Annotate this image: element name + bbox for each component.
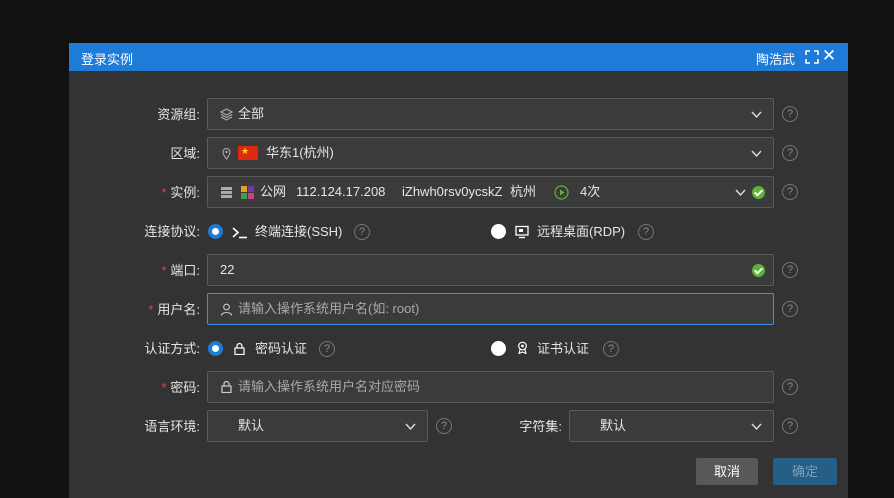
help-icon[interactable]: ? xyxy=(638,224,654,240)
confirm-button[interactable]: 确定 xyxy=(773,458,837,485)
os-logo-icon xyxy=(241,186,254,199)
user-icon xyxy=(220,303,233,316)
port-label: * 端口: xyxy=(161,263,200,278)
password-label: * 密码: xyxy=(161,380,200,395)
help-icon[interactable]: ? xyxy=(782,106,798,122)
dialog-title: 登录实例 xyxy=(81,52,134,67)
password-auth-label[interactable]: 密码认证 xyxy=(255,340,307,358)
layers-icon xyxy=(220,108,233,121)
password-input[interactable]: 请输入操作系统用户名对应密码 xyxy=(207,371,774,403)
chevron-down-icon xyxy=(751,150,762,158)
monitor-icon xyxy=(515,225,529,239)
cancel-button[interactable]: 取消 xyxy=(696,458,758,485)
check-circle-icon xyxy=(752,264,765,277)
help-icon[interactable]: ? xyxy=(354,224,370,240)
dialog-titlebar: 登录实例 陶浩武 ✕ xyxy=(69,43,848,71)
certificate-icon xyxy=(518,341,527,354)
password-placeholder: 请输入操作系统用户名对应密码 xyxy=(238,379,421,394)
certificate-auth-label[interactable]: 证书认证 xyxy=(537,340,589,358)
help-icon[interactable]: ? xyxy=(782,418,798,434)
username-placeholder: 请输入操作系统用户名(如: root) xyxy=(238,301,420,316)
language-select[interactable]: 默认 xyxy=(207,410,428,442)
instance-city: 杭州 xyxy=(510,184,537,199)
login-instance-dialog: 登录实例 陶浩武 ✕ 资源组: 全部 ? 区域: ★ 华东1(杭州) ? * 实例… xyxy=(69,43,848,498)
radio-certificate-auth[interactable] xyxy=(491,341,506,356)
instance-network: 公网 xyxy=(260,184,287,199)
instance-id: iZhwh0rsv0ycskZ xyxy=(402,184,503,199)
charset-select[interactable]: 默认 xyxy=(569,410,774,442)
help-icon[interactable]: ? xyxy=(603,341,619,357)
rdp-option-label[interactable]: 远程桌面(RDP) xyxy=(537,223,625,241)
current-user: 陶浩武 xyxy=(756,52,796,67)
language-label: 语言环境: xyxy=(144,419,200,434)
charset-label: 字符集: xyxy=(519,419,562,434)
lock-icon xyxy=(221,380,232,393)
fullscreen-icon[interactable] xyxy=(805,50,819,64)
language-value: 默认 xyxy=(238,418,265,433)
instance-label: * 实例: xyxy=(161,185,200,200)
resource-group-label: 资源组: xyxy=(157,107,200,122)
close-icon[interactable]: ✕ xyxy=(821,47,837,65)
terminal-icon xyxy=(232,227,247,239)
instance-ip: 112.124.17.208 xyxy=(296,184,386,199)
protocol-label: 连接协议: xyxy=(144,224,200,239)
username-label: * 用户名: xyxy=(148,302,200,317)
lock-icon xyxy=(234,342,245,355)
help-icon[interactable]: ? xyxy=(782,145,798,161)
username-input[interactable]: 请输入操作系统用户名(如: root) xyxy=(207,293,774,325)
location-pin-icon xyxy=(222,147,231,160)
help-icon[interactable]: ? xyxy=(782,184,798,200)
charset-value: 默认 xyxy=(600,418,627,433)
help-icon[interactable]: ? xyxy=(782,301,798,317)
chevron-down-icon xyxy=(751,111,762,119)
radio-password-auth[interactable] xyxy=(208,341,223,356)
chevron-down-icon xyxy=(751,423,762,431)
radio-rdp[interactable] xyxy=(491,224,506,239)
port-value: 22 xyxy=(220,262,235,277)
region-value: 华东1(杭州) xyxy=(266,145,334,160)
help-icon[interactable]: ? xyxy=(782,379,798,395)
help-icon[interactable]: ? xyxy=(319,341,335,357)
chevron-down-icon xyxy=(405,423,416,431)
resource-group-select[interactable]: 全部 xyxy=(207,98,774,130)
china-flag-icon: ★ xyxy=(238,146,258,160)
play-circle-icon xyxy=(554,185,569,200)
region-label: 区域: xyxy=(170,146,200,161)
server-icon xyxy=(221,187,232,198)
help-icon[interactable]: ? xyxy=(782,262,798,278)
check-circle-icon xyxy=(752,186,765,199)
ssh-option-label[interactable]: 终端连接(SSH) xyxy=(255,223,342,241)
instance-select[interactable]: 公网 112.124.17.208 iZhwh0rsv0ycskZ 杭州 4次 xyxy=(207,176,774,208)
radio-ssh[interactable] xyxy=(208,224,223,239)
region-select[interactable]: ★ 华东1(杭州) xyxy=(207,137,774,169)
chevron-down-icon xyxy=(735,189,746,197)
resource-group-value: 全部 xyxy=(238,106,265,121)
auth-method-label: 认证方式: xyxy=(144,341,200,356)
port-input[interactable]: 22 xyxy=(207,254,774,286)
instance-login-count: 4次 xyxy=(580,184,601,199)
